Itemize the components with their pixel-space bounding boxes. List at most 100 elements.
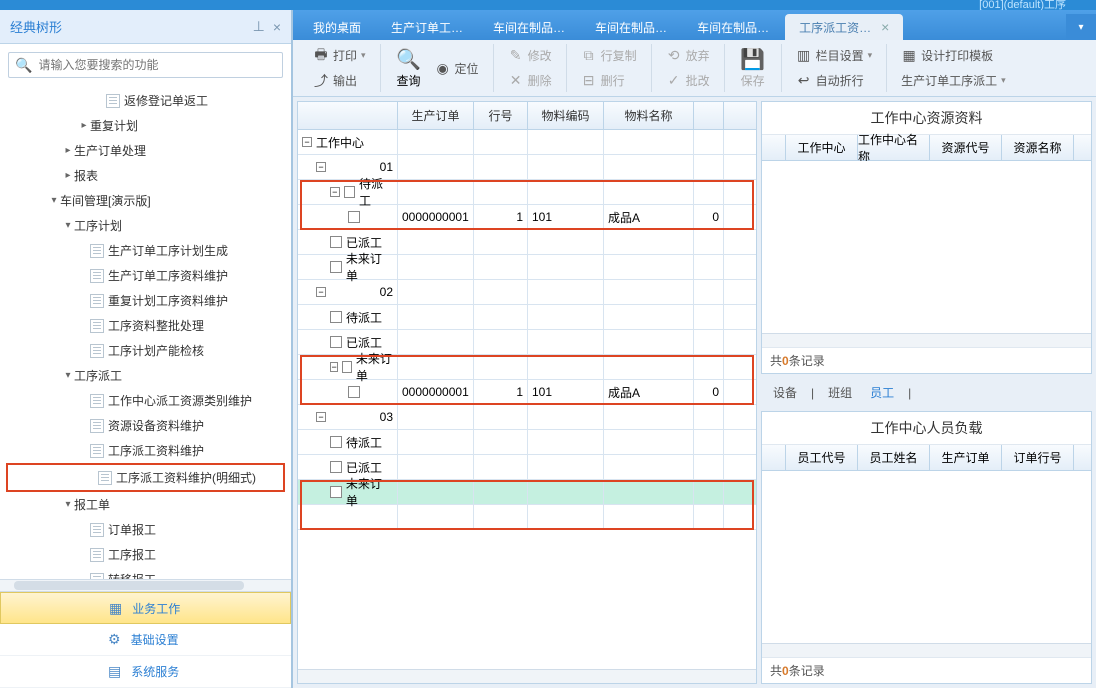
- grid-header-order[interactable]: 生产订单: [398, 102, 474, 129]
- load-grid-header: 员工代号员工姓名生产订单订单行号: [762, 445, 1091, 471]
- tree-item[interactable]: ▾工序派工: [0, 363, 291, 388]
- designtpl-button[interactable]: ▦设计打印模板: [895, 45, 999, 66]
- grid-category[interactable]: 未来订单: [298, 255, 756, 280]
- document-tab[interactable]: 工序派工资…: [785, 14, 903, 40]
- checkbox[interactable]: [330, 336, 342, 348]
- tree-item[interactable]: 工序资料整批处理: [0, 313, 291, 338]
- resource-scrollbar[interactable]: [762, 333, 1091, 347]
- checkbox[interactable]: [348, 386, 360, 398]
- subtab-staff[interactable]: 员工: [866, 382, 898, 403]
- tree-item[interactable]: ▸报表: [0, 163, 291, 188]
- grid-group[interactable]: −03: [298, 405, 756, 430]
- collapse-icon[interactable]: −: [316, 412, 326, 422]
- grid-category[interactable]: 待派工: [298, 305, 756, 330]
- tree-item[interactable]: ▾工序计划: [0, 213, 291, 238]
- grid-category[interactable]: −待派工: [298, 180, 756, 205]
- print-button[interactable]: 🖶打印▾: [307, 45, 372, 66]
- document-tab[interactable]: 车间在制品…: [683, 14, 783, 40]
- document-tab[interactable]: 车间在制品…: [479, 14, 579, 40]
- sidebar-search[interactable]: 🔍: [8, 52, 283, 78]
- bottom-nav-item[interactable]: ▤系统服务: [0, 656, 291, 688]
- bottom-nav-item[interactable]: ▦业务工作: [0, 592, 291, 624]
- grid-header-matcode[interactable]: 物料编码: [528, 102, 604, 129]
- panel-column-header[interactable]: [762, 135, 786, 160]
- autowrap-button[interactable]: ↩自动折行: [790, 70, 870, 91]
- grid-header-matname[interactable]: 物料名称: [604, 102, 694, 129]
- panel-column-header[interactable]: 资源名称: [1002, 135, 1074, 160]
- query-button[interactable]: 🔍查询: [389, 46, 429, 91]
- tree-item[interactable]: 生产订单工序资料维护: [0, 263, 291, 288]
- tree-item[interactable]: 资源设备资料维护: [0, 413, 291, 438]
- checkbox[interactable]: [330, 436, 342, 448]
- pin-icon[interactable]: ⊥: [253, 18, 265, 35]
- panel-column-header[interactable]: 订单行号: [1002, 445, 1074, 470]
- tree-item[interactable]: ▾车间管理[演示版]: [0, 188, 291, 213]
- tree-item[interactable]: ▾报工单: [0, 492, 291, 517]
- document-tab[interactable]: 我的桌面: [299, 14, 375, 40]
- document-tab[interactable]: 车间在制品…: [581, 14, 681, 40]
- output-button[interactable]: ⤴输出: [307, 70, 363, 91]
- checkbox[interactable]: [344, 186, 355, 198]
- grid-data-row[interactable]: 00000000011101成品A0: [298, 380, 756, 405]
- checkbox[interactable]: [330, 236, 342, 248]
- approve-button[interactable]: ✓批改: [660, 70, 716, 91]
- grid-category[interactable]: 待派工: [298, 430, 756, 455]
- grid-scrollbar[interactable]: [298, 669, 756, 683]
- tree-item[interactable]: ▸生产订单处理: [0, 138, 291, 163]
- grid-group[interactable]: −02: [298, 280, 756, 305]
- checkbox[interactable]: [330, 261, 342, 273]
- locate-button[interactable]: ◉定位: [429, 58, 485, 79]
- tree-item[interactable]: 订单报工: [0, 517, 291, 542]
- tree-item[interactable]: 转移报工: [0, 567, 291, 579]
- modify-button[interactable]: ✎修改: [502, 45, 558, 66]
- prodorder-button[interactable]: 生产订单工序派工▾: [895, 70, 1012, 91]
- collapse-icon[interactable]: −: [316, 162, 326, 172]
- checkbox[interactable]: [342, 361, 352, 373]
- subtab-team[interactable]: 班组: [824, 382, 856, 403]
- tree-item[interactable]: 重复计划工序资料维护: [0, 288, 291, 313]
- tree-item[interactable]: 返修登记单返工: [0, 88, 291, 113]
- grid-category[interactable]: 未来订单: [298, 480, 756, 505]
- collapse-icon[interactable]: −: [316, 287, 326, 297]
- panel-column-header[interactable]: 资源代号: [930, 135, 1002, 160]
- save-button[interactable]: 💾保存: [733, 46, 773, 91]
- colset-button[interactable]: ▥栏目设置▾: [790, 45, 879, 66]
- copyrow-button[interactable]: ⧉行复制: [575, 45, 643, 66]
- abandon-button[interactable]: ⟲放弃: [660, 45, 716, 66]
- bottom-nav-item[interactable]: ⚙基础设置: [0, 624, 291, 656]
- panel-column-header[interactable]: [762, 445, 786, 470]
- collapse-icon[interactable]: −: [330, 187, 340, 197]
- tab-overflow-icon[interactable]: ▾: [1066, 14, 1096, 40]
- panel-column-header[interactable]: 工作中心名称: [858, 135, 930, 160]
- collapse-icon[interactable]: −: [302, 137, 312, 147]
- checkbox[interactable]: [330, 311, 342, 323]
- panel-column-header[interactable]: 生产订单: [930, 445, 1002, 470]
- tree-item[interactable]: 工序派工资料维护: [0, 438, 291, 463]
- sidebar-close-icon[interactable]: ×: [273, 19, 281, 35]
- load-scrollbar[interactable]: [762, 643, 1091, 657]
- panel-column-header[interactable]: 工作中心: [786, 135, 858, 160]
- tree-scrollbar[interactable]: [0, 579, 291, 591]
- tree-item[interactable]: 工序报工: [0, 542, 291, 567]
- checkbox[interactable]: [330, 461, 342, 473]
- delrow-button[interactable]: ⊟删行: [575, 70, 631, 91]
- tree-item[interactable]: 工序计划产能检核: [0, 338, 291, 363]
- tree-item[interactable]: 生产订单工序计划生成: [0, 238, 291, 263]
- checkbox[interactable]: [330, 486, 342, 498]
- search-input[interactable]: [38, 58, 276, 72]
- tree-item[interactable]: ▸重复计划: [0, 113, 291, 138]
- grid-header-line[interactable]: 行号: [474, 102, 528, 129]
- grid-category[interactable]: −未来订单: [298, 355, 756, 380]
- panel-column-header[interactable]: 员工代号: [786, 445, 858, 470]
- tree-item[interactable]: 工序派工资料维护(明细式): [6, 463, 285, 492]
- panel-column-header[interactable]: 员工姓名: [858, 445, 930, 470]
- delete-button[interactable]: ✕删除: [502, 70, 558, 91]
- subtab-device[interactable]: 设备: [769, 382, 801, 403]
- grid-empty-row[interactable]: [298, 505, 756, 530]
- checkbox[interactable]: [348, 211, 360, 223]
- tree-item[interactable]: 工作中心派工资源类别维护: [0, 388, 291, 413]
- collapse-icon[interactable]: −: [330, 362, 338, 372]
- grid-data-row[interactable]: 00000000011101成品A0: [298, 205, 756, 230]
- document-tab[interactable]: 生产订单工…: [377, 14, 477, 40]
- grid-root[interactable]: −工作中心: [298, 130, 756, 155]
